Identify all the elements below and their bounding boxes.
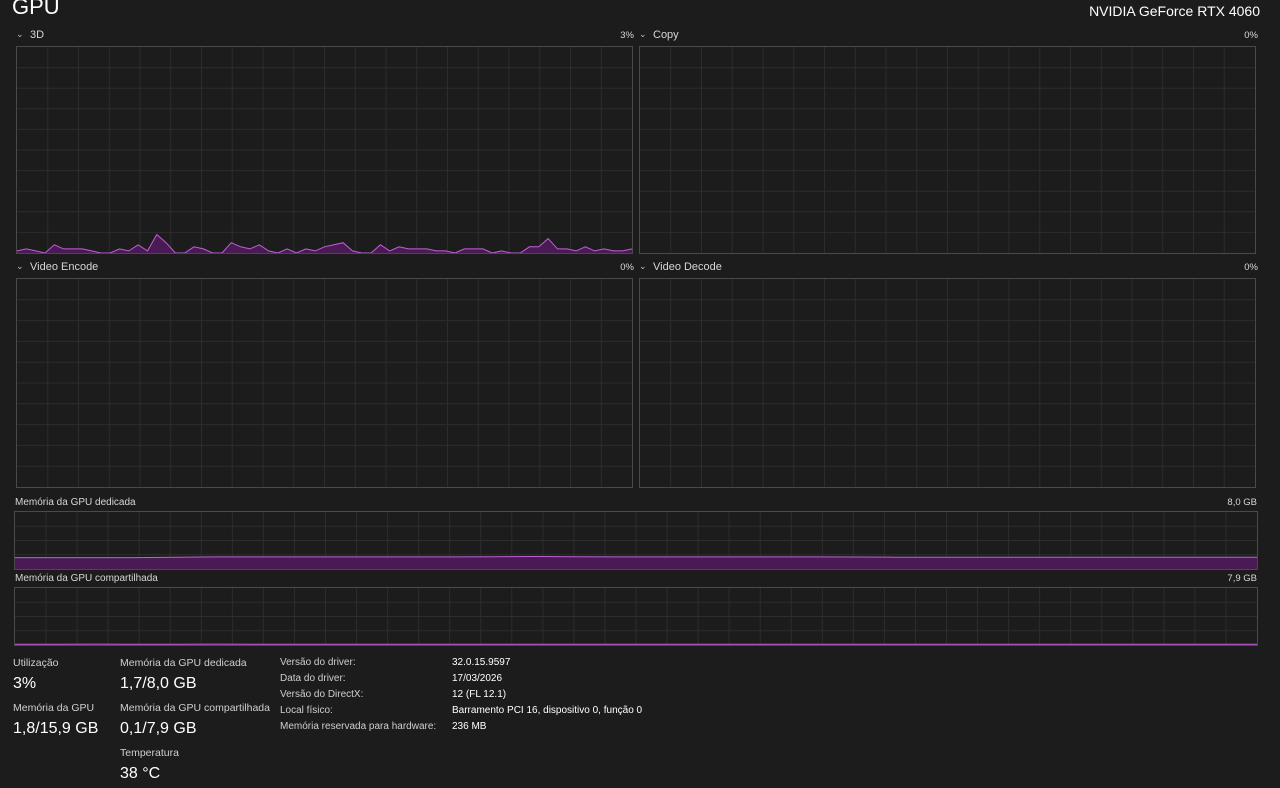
engine-name: Video Decode xyxy=(653,261,722,273)
gpu-memory-value: 1,8/15,9 GB xyxy=(13,720,99,737)
detail-value: 17/03/2026 xyxy=(452,673,503,684)
shared-memory-svg xyxy=(15,588,1257,645)
graph-copy-svg xyxy=(640,47,1255,253)
engine-percent: 0% xyxy=(1244,30,1258,41)
detail-value: 32.0.15.9597 xyxy=(452,657,511,668)
engine-graph-copy xyxy=(639,46,1256,254)
detail-label: Memória reservada para hardware: xyxy=(280,721,437,732)
device-name: NVIDIA GeForce RTX 4060 xyxy=(1089,3,1260,19)
utilization-value: 3% xyxy=(13,675,37,692)
chevron-down-icon[interactable]: ⌄ xyxy=(639,261,649,272)
graph-video-decode-svg xyxy=(640,279,1255,487)
engine-percent: 3% xyxy=(620,30,634,41)
series-area xyxy=(15,556,1257,569)
engine-percent: 0% xyxy=(620,262,634,273)
engine-label-copy[interactable]: ⌄ Copy xyxy=(639,29,679,42)
detail-value: 236 MB xyxy=(452,721,487,732)
engine-graph-video-decode xyxy=(639,278,1256,488)
shared-memory-value: 0,1/7,9 GB xyxy=(120,720,197,737)
dedicated-memory-graph-label: Memória da GPU dedicada xyxy=(15,497,136,508)
detail-value: 12 (FL 12.1) xyxy=(452,689,507,700)
engine-name: Copy xyxy=(653,29,679,41)
engine-graph-video-encode xyxy=(16,278,633,488)
detail-label: Data do driver: xyxy=(280,673,346,684)
detail-value: Barramento PCI 16, dispositivo 0, função… xyxy=(452,705,643,716)
shared-memory-graph xyxy=(14,587,1258,646)
detail-label: Versão do DirectX: xyxy=(280,689,364,700)
temperature-label: Temperatura xyxy=(120,747,179,759)
detail-label: Versão do driver: xyxy=(280,657,356,668)
dedicated-memory-graph xyxy=(14,511,1258,570)
engine-label-3d[interactable]: ⌄ 3D xyxy=(16,29,45,42)
detail-label: Local físico: xyxy=(280,705,333,716)
engine-label-video-decode[interactable]: ⌄ Video Decode xyxy=(639,261,722,274)
page-title: GPU xyxy=(12,0,60,19)
temperature-value: 38 °C xyxy=(120,765,161,782)
chevron-down-icon[interactable]: ⌄ xyxy=(639,29,649,40)
dedicated-memory-value: 1,7/8,0 GB xyxy=(120,675,197,692)
graph-video-encode-svg xyxy=(17,279,632,487)
engine-percent: 0% xyxy=(1244,262,1258,273)
chevron-down-icon[interactable]: ⌄ xyxy=(16,29,26,40)
engine-name: Video Encode xyxy=(30,261,99,273)
gpu-memory-label: Memória da GPU xyxy=(13,702,95,714)
dedicated-memory-max: 8,0 GB xyxy=(1227,497,1257,508)
engine-graph-3d xyxy=(16,46,633,254)
engine-name: 3D xyxy=(30,29,45,41)
shared-memory-label: Memória da GPU compartilhada xyxy=(120,702,270,714)
utilization-label: Utilização xyxy=(13,657,59,669)
dedicated-memory-label: Memória da GPU dedicada xyxy=(120,657,247,669)
shared-memory-graph-label: Memória da GPU compartilhada xyxy=(15,573,158,584)
engine-label-video-encode[interactable]: ⌄ Video Encode xyxy=(16,261,99,274)
chevron-down-icon[interactable]: ⌄ xyxy=(16,261,26,272)
shared-memory-max: 7,9 GB xyxy=(1227,573,1257,584)
dedicated-memory-svg xyxy=(15,512,1257,569)
graph-3d-svg xyxy=(17,47,632,253)
